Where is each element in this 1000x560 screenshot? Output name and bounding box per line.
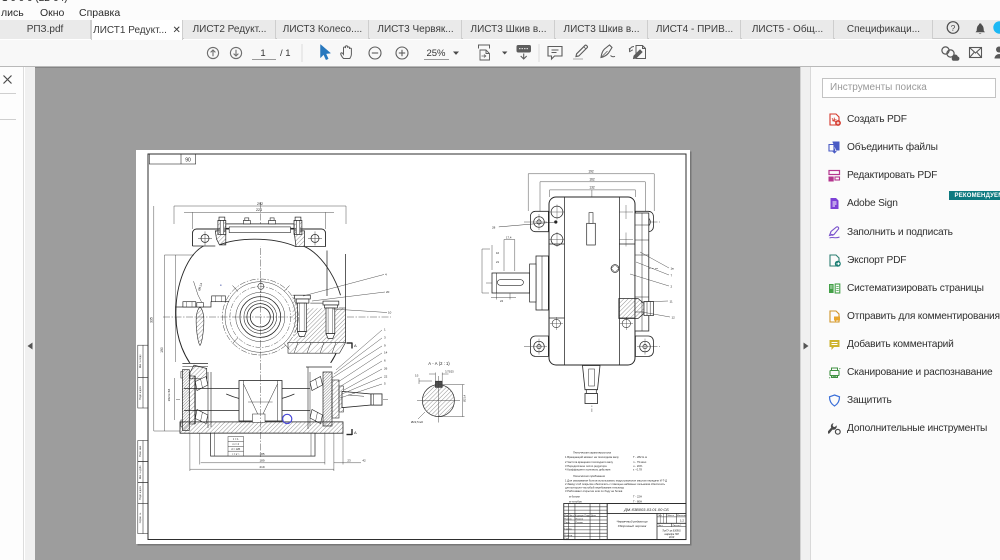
- svg-text:?: ?: [951, 23, 956, 33]
- svg-text:189: 189: [259, 459, 264, 463]
- svg-text:з - 0,78: з - 0,78: [633, 468, 642, 472]
- svg-text:1: 1: [384, 328, 386, 332]
- svg-text:9: 9: [384, 344, 386, 348]
- svg-text:Червячный редуктор: Червячный редуктор: [617, 520, 648, 524]
- svg-text:Взам. инв.: Взам. инв.: [140, 445, 142, 456]
- svg-text:/ 1: / 1: [280, 48, 291, 59]
- svg-text:5,5: 5,5: [415, 375, 419, 378]
- svg-text:А: А: [354, 343, 357, 348]
- svg-text:11: 11: [670, 300, 673, 304]
- svg-text:Изм Лист № докум. Подп. Дата: Изм Лист № докум. Подп. Дата: [564, 514, 596, 517]
- svg-text:Т - 80Н: Т - 80Н: [633, 500, 642, 504]
- svg-text:Т - 22Н: Т - 22Н: [633, 495, 642, 499]
- svg-text:14: 14: [384, 351, 388, 355]
- svg-text:г = к⁻¹: г = к⁻¹: [232, 453, 239, 456]
- svg-text:Справ. №: Справ. №: [139, 512, 142, 523]
- svg-text:335: 335: [150, 317, 154, 323]
- svg-text:Инв. № подл.: Инв. № подл.: [139, 353, 142, 368]
- svg-text:Ø32 H7/k6: Ø32 H7/k6: [167, 388, 171, 401]
- svg-text:Ø22,5 м6: Ø22,5 м6: [411, 420, 423, 424]
- svg-text:Сборочный чертеж: Сборочный чертеж: [618, 524, 647, 528]
- svg-text:Лит.: Лит.: [658, 515, 662, 517]
- svg-text:м батоке: м батоке: [569, 495, 580, 499]
- svg-text:219: 219: [259, 465, 264, 469]
- svg-text:А: А: [354, 430, 357, 435]
- svg-text:Масса: Масса: [668, 515, 675, 517]
- svg-text:28: 28: [492, 226, 496, 230]
- svg-text:162: 162: [589, 178, 595, 182]
- svg-text:190: 190: [160, 347, 164, 353]
- svg-text:Ø6,1а: Ø6,1а: [197, 282, 203, 291]
- svg-text:для контроля чистобый перебова: для контроля чистобый перебования тельни…: [565, 486, 624, 490]
- svg-text:z = 1: z = 1: [233, 437, 239, 441]
- svg-text:6: 6: [384, 359, 386, 363]
- svg-text:m = 4: m = 4: [232, 442, 239, 446]
- svg-text:1 Для смазывания болтов исполь: 1 Для смазывания болтов использовать инд…: [565, 479, 667, 483]
- svg-text:2 Завод чтоб покрытие обеспечи: 2 Завод чтоб покрытие обеспечить с помощ…: [565, 482, 666, 486]
- svg-text:n - 79 мин¹: n - 79 мин¹: [633, 460, 646, 464]
- svg-text:90: 90: [185, 158, 191, 164]
- svg-text:22: 22: [384, 375, 388, 379]
- svg-text:Ø21,4: Ø21,4: [463, 394, 467, 402]
- svg-text:4: 4: [385, 273, 387, 277]
- svg-text:1в: 1в: [671, 267, 675, 271]
- svg-text:d = 12Б: d = 12Б: [231, 447, 240, 451]
- svg-text:Утв.: Утв.: [564, 538, 569, 540]
- svg-text:Т - 282 Н·м: Т - 282 Н·м: [633, 455, 647, 459]
- svg-text:Технические требования: Технические требования: [573, 474, 605, 478]
- svg-text:Т.контр.: Т.контр.: [564, 529, 572, 531]
- svg-text:Иванов: Иванов: [576, 519, 584, 521]
- svg-text:16: 16: [496, 251, 500, 255]
- svg-text:42: 42: [362, 459, 366, 463]
- svg-text:224: 224: [256, 208, 262, 212]
- svg-text:4 Коэффициент полезного действ: 4 Коэффициент полезного действия: [565, 468, 611, 472]
- svg-text:292: 292: [257, 202, 263, 206]
- svg-text:Лист: Лист: [658, 525, 663, 527]
- svg-text:3: 3: [384, 336, 386, 340]
- svg-text:Масштаб: Масштаб: [677, 515, 687, 517]
- svg-text:Н.контр.: Н.контр.: [564, 535, 573, 537]
- svg-text:Подп. и дата: Подп. и дата: [140, 386, 142, 400]
- svg-text:3 Рабочивает открытие шли по б: 3 Рабочивает открытие шли по боду не бол…: [565, 489, 623, 493]
- svg-text:2 Частота вращения тихоходного: 2 Частота вращения тихоходного валу: [565, 460, 614, 464]
- svg-text:1:2: 1:2: [680, 519, 684, 523]
- svg-text:Листов 1: Листов 1: [673, 525, 683, 527]
- svg-text:20: 20: [386, 290, 390, 294]
- svg-text:Разраб.: Разраб.: [564, 519, 572, 521]
- svg-text:Подп. и дата: Подп. и дата: [140, 486, 142, 500]
- svg-text:2019: 2019: [668, 536, 675, 539]
- svg-text:Инв. № дубл.: Инв. № дубл.: [139, 465, 142, 480]
- svg-text:192: 192: [588, 170, 594, 174]
- svg-text:23: 23: [347, 459, 351, 463]
- svg-text:А - А (2 : 1): А - А (2 : 1): [428, 361, 450, 366]
- svg-text:1 Вращающий момент на тихоходн: 1 Вращающий момент на тихоходном валу: [565, 455, 619, 459]
- svg-text:132: 132: [589, 186, 595, 190]
- svg-text:12: 12: [672, 316, 676, 320]
- svg-text:7: 7: [671, 274, 673, 278]
- svg-text:1: 1: [260, 48, 265, 59]
- svg-text:5: 5: [384, 382, 386, 386]
- svg-text:Пров.: Пров.: [564, 522, 570, 524]
- svg-text:м читобов: м читобов: [569, 500, 582, 504]
- svg-text:10: 10: [388, 311, 392, 315]
- svg-text:Техническая характеристика: Техническая характеристика: [573, 451, 612, 455]
- svg-text:3,75/25: 3,75/25: [445, 370, 454, 374]
- svg-text:в: в: [220, 283, 222, 287]
- svg-text:17,4: 17,4: [506, 235, 512, 239]
- svg-text:21: 21: [496, 260, 500, 264]
- svg-text:25%: 25%: [426, 48, 446, 59]
- svg-text:3 Передаточное число редуктора: 3 Передаточное число редуктора: [565, 464, 607, 468]
- svg-text:ДМ-б3В003-03.01.00 СБ: ДМ-б3В003-03.01.00 СБ: [623, 507, 669, 512]
- svg-text:2: 2: [671, 285, 673, 289]
- svg-text:u - 20%: u - 20%: [633, 464, 643, 468]
- svg-text:Петров: Петров: [576, 522, 584, 524]
- svg-text:26: 26: [384, 367, 388, 371]
- svg-text:24: 24: [500, 299, 504, 303]
